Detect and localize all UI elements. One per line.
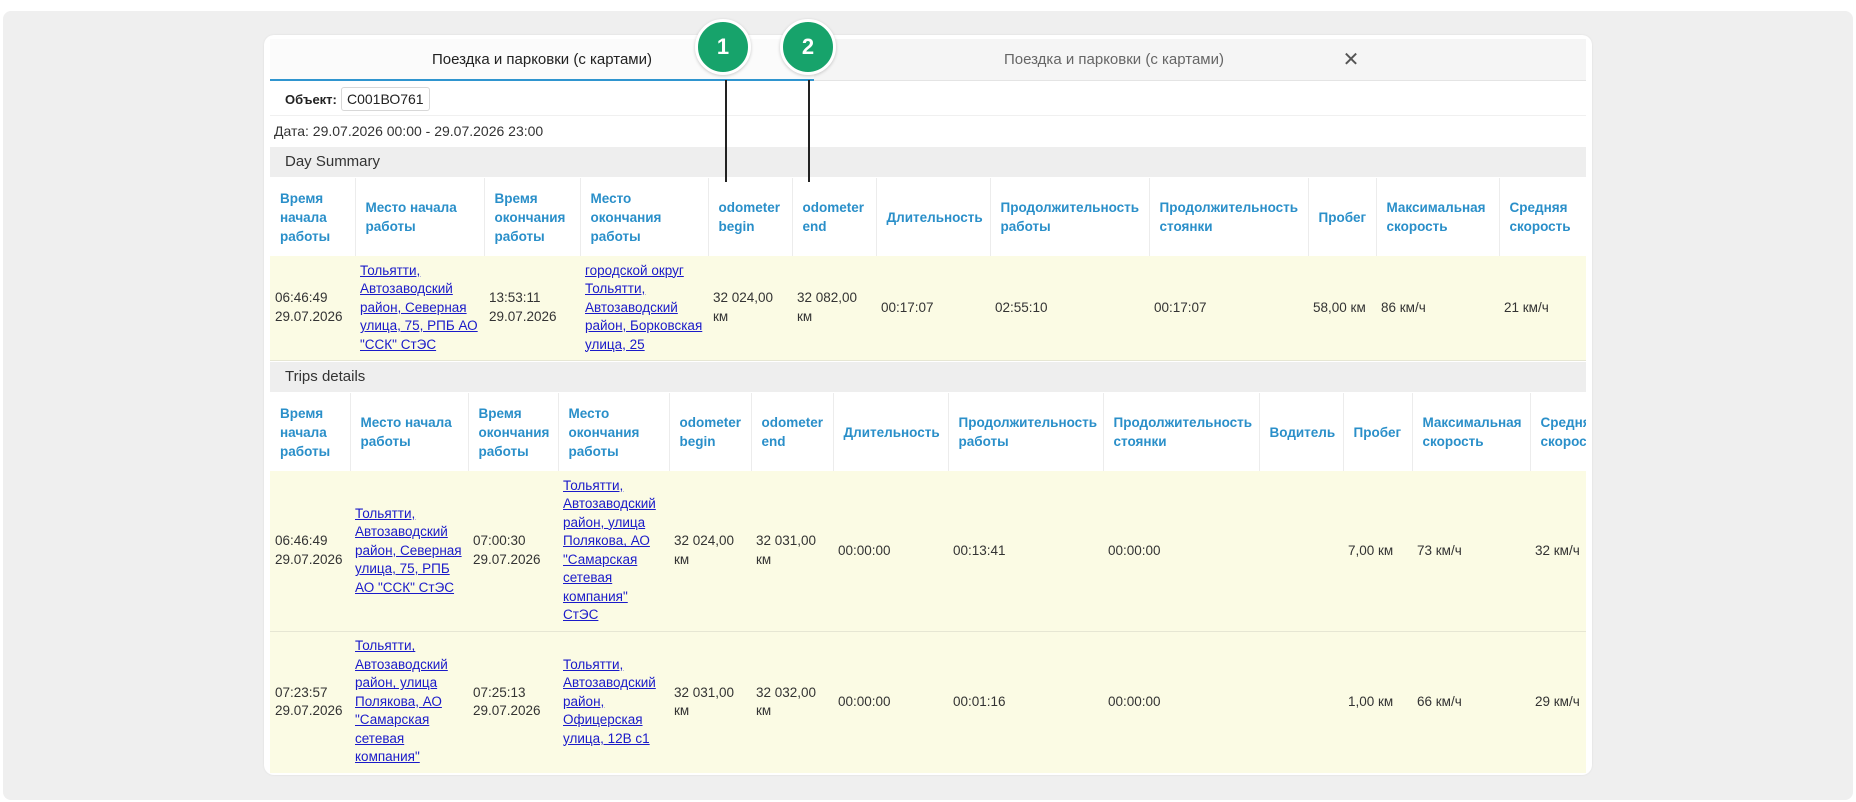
end-place-link[interactable]: Тольятти, Автозаводский район, улица Пол…: [563, 478, 656, 623]
cell-odometer-end: 32 032,00 км: [751, 631, 833, 773]
cell-start-time: 06:46:49 29.07.2026: [270, 471, 350, 632]
cell-start-place: Тольятти, Автозаводский район, Северная …: [350, 471, 468, 632]
header-work-duration[interactable]: Продолжительность работы: [990, 178, 1150, 256]
section-trips-details: Trips details: [270, 362, 1586, 392]
header-duration[interactable]: Длительность: [876, 178, 991, 256]
object-value: С001ВО761: [341, 87, 430, 111]
table-row: 06:46:49 29.07.2026 Тольятти, Автозаводс…: [270, 471, 1586, 632]
cell-duration: 00:00:00: [833, 631, 948, 773]
header-odometer-end[interactable]: odometer end: [751, 393, 834, 471]
tab-trips-parkings-second[interactable]: Поездка и парковки (с картами): [814, 39, 1414, 81]
callout-1-pointer: [725, 80, 727, 182]
table-header-row: Время начала работы Место начала работы …: [270, 178, 1586, 256]
cell-end-time: 07:00:30 29.07.2026: [468, 471, 558, 632]
cell-end-time: 07:25:13 29.07.2026: [468, 631, 558, 773]
cell-max-speed: 86 км/ч: [1376, 256, 1499, 361]
header-start-time[interactable]: Время начала работы: [270, 178, 356, 256]
header-duration[interactable]: Длительность: [833, 393, 949, 471]
cell-driver: [1259, 471, 1343, 632]
header-odometer-begin[interactable]: odometer begin: [708, 178, 793, 256]
header-parking-duration[interactable]: Продолжительность стоянки: [1149, 178, 1309, 256]
cell-end-place: Тольятти, Автозаводский район, Офицерска…: [558, 631, 669, 773]
callout-2-pointer: [808, 80, 810, 182]
cell-avg-speed: 21 км/ч: [1499, 256, 1586, 361]
close-icon[interactable]: ✕: [1336, 39, 1366, 81]
header-mileage[interactable]: Пробег: [1308, 178, 1377, 256]
start-place-link[interactable]: Тольятти, Автозаводский район, улица Пол…: [355, 638, 448, 764]
cell-avg-speed: 29 км/ч: [1530, 631, 1586, 773]
cell-mileage: 58,00 км: [1308, 256, 1376, 361]
cell-parking-duration: 00:00:00: [1103, 471, 1259, 632]
cell-start-place: Тольятти, Автозаводский район, улица Пол…: [350, 631, 468, 773]
cell-odometer-begin: 32 024,00 км: [669, 471, 751, 632]
header-work-duration[interactable]: Продолжительность работы: [948, 393, 1104, 471]
object-label: Объект:: [285, 92, 337, 107]
header-max-speed[interactable]: Максимальная скорость: [1412, 393, 1531, 471]
table-row: 06:46:49 29.07.2026 Тольятти, Автозаводс…: [270, 256, 1586, 361]
start-place-link[interactable]: Тольятти, Автозаводский район, Северная …: [355, 506, 462, 595]
cell-work-duration: 02:55:10: [990, 256, 1149, 361]
start-place-link[interactable]: Тольятти, Автозаводский район, Северная …: [360, 263, 478, 352]
cell-odometer-begin: 32 031,00 км: [669, 631, 751, 773]
callout-2-badge: 2: [780, 19, 836, 75]
header-avg-speed[interactable]: Средняя скорость: [1499, 178, 1586, 256]
end-place-link[interactable]: городской округ Тольятти, Автозаводский …: [585, 263, 702, 352]
cell-mileage: 1,00 км: [1343, 631, 1412, 773]
header-end-time[interactable]: Время окончания работы: [468, 393, 559, 471]
cell-start-place: Тольятти, Автозаводский район, Северная …: [355, 256, 484, 361]
day-summary-table: Время начала работы Место начала работы …: [270, 178, 1586, 361]
cell-driver: [1259, 631, 1343, 773]
header-start-time[interactable]: Время начала работы: [270, 393, 351, 471]
table-header-row: Время начала работы Место начала работы …: [270, 393, 1586, 471]
cell-end-place: Тольятти, Автозаводский район, улица Пол…: [558, 471, 669, 632]
cell-mileage: 7,00 км: [1343, 471, 1412, 632]
cell-avg-speed: 32 км/ч: [1530, 471, 1586, 632]
header-max-speed[interactable]: Максимальная скорость: [1376, 178, 1500, 256]
header-odometer-begin[interactable]: odometer begin: [669, 393, 752, 471]
cell-end-time: 13:53:11 29.07.2026: [484, 256, 580, 361]
cell-start-time: 07:23:57 29.07.2026: [270, 631, 350, 773]
cell-max-speed: 73 км/ч: [1412, 471, 1530, 632]
header-mileage[interactable]: Пробег: [1343, 393, 1413, 471]
cell-end-place: городской округ Тольятти, Автозаводский …: [580, 256, 708, 361]
cell-parking-duration: 00:00:00: [1103, 631, 1259, 773]
tab-bar: Поездка и парковки (с картами) Поездка и…: [270, 39, 1586, 81]
header-start-place[interactable]: Место начала работы: [350, 393, 469, 471]
cell-start-time: 06:46:49 29.07.2026: [270, 256, 355, 361]
callout-1-badge: 1: [695, 19, 751, 75]
cell-work-duration: 00:01:16: [948, 631, 1103, 773]
trips-table: Время начала работы Место начала работы …: [270, 393, 1586, 773]
cell-odometer-end: 32 082,00 км: [792, 256, 876, 361]
section-day-summary: Day Summary: [270, 147, 1586, 177]
header-avg-speed[interactable]: Средняя скорость: [1530, 393, 1586, 471]
table-row: 07:23:57 29.07.2026 Тольятти, Автозаводс…: [270, 631, 1586, 773]
header-start-place[interactable]: Место начала работы: [355, 178, 485, 256]
cell-work-duration: 00:13:41: [948, 471, 1103, 632]
cell-max-speed: 66 км/ч: [1412, 631, 1530, 773]
header-end-place[interactable]: Место окончания работы: [580, 178, 709, 256]
header-end-place[interactable]: Место окончания работы: [558, 393, 670, 471]
cell-duration: 00:17:07: [876, 256, 990, 361]
header-driver[interactable]: Водитель: [1259, 393, 1344, 471]
end-place-link[interactable]: Тольятти, Автозаводский район, Офицерска…: [563, 657, 656, 746]
header-end-time[interactable]: Время окончания работы: [484, 178, 581, 256]
cell-odometer-end: 32 031,00 км: [751, 471, 833, 632]
cell-duration: 00:00:00: [833, 471, 948, 632]
header-odometer-end[interactable]: odometer end: [792, 178, 877, 256]
cell-odometer-begin: 32 024,00 км: [708, 256, 792, 361]
trips-table-viewport[interactable]: Время начала работы Место начала работы …: [270, 393, 1586, 773]
report-date-range: Дата: 29.07.2026 00:00 - 29.07.2026 23:0…: [274, 123, 544, 139]
header-parking-duration[interactable]: Продолжительность стоянки: [1103, 393, 1260, 471]
object-row: Объект: С001ВО761: [270, 82, 1586, 116]
cell-parking-duration: 00:17:07: [1149, 256, 1308, 361]
